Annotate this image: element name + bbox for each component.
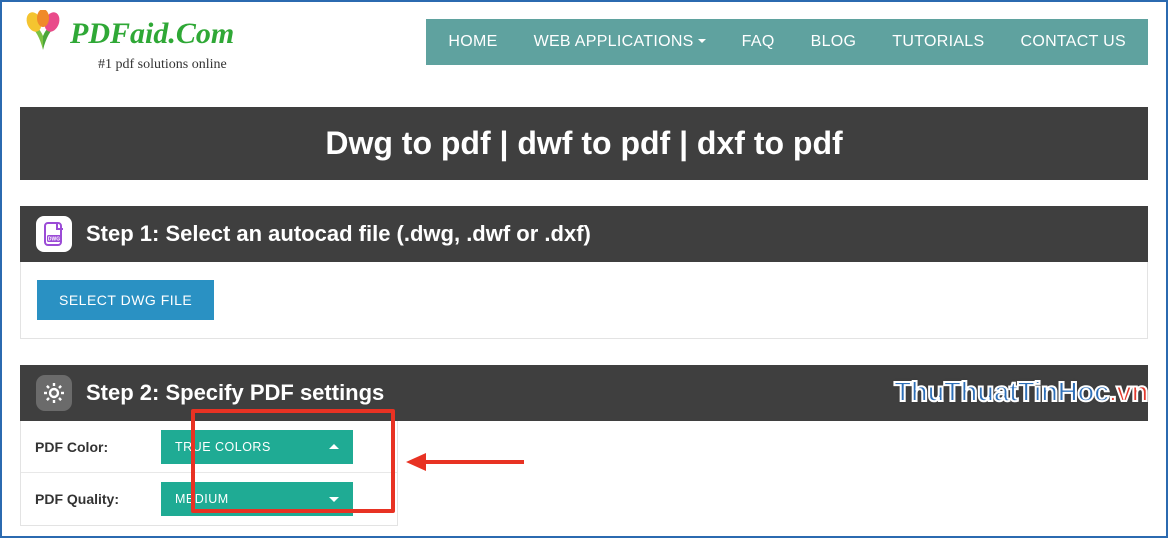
pdf-quality-value: MEDIUM [175,492,229,506]
pdf-quality-dropdown[interactable]: MEDIUM [161,482,353,516]
dwg-file-icon: DWG [36,216,72,252]
watermark: ThuThuatTinHoc.vn [894,376,1148,408]
watermark-part1: ThuThuatTinHoc [894,376,1109,407]
topbar: PDFaid.Com #1 pdf solutions online HOME … [2,2,1166,73]
pdf-color-dropdown[interactable]: TRUE COLORS [161,430,353,464]
nav-blog[interactable]: BLOG [793,19,875,65]
select-dwg-file-button[interactable]: SELECT DWG FILE [37,280,214,320]
nav-tutorials[interactable]: TUTORIALS [874,19,1002,65]
nav-faq[interactable]: FAQ [724,19,793,65]
brand-tagline: #1 pdf solutions online [98,57,227,73]
step1-title: Step 1: Select an autocad file (.dwg, .d… [86,221,591,247]
caret-down-icon [329,497,339,502]
logo[interactable]: PDFaid.Com #1 pdf solutions online [20,10,234,73]
step1-header: DWG Step 1: Select an autocad file (.dwg… [20,206,1148,262]
content: Dwg to pdf | dwf to pdf | dxf to pdf DWG… [2,73,1166,526]
brand-name: PDFaid.Com [70,17,234,51]
step2-title: Step 2: Specify PDF settings [86,380,384,406]
page-title: Dwg to pdf | dwf to pdf | dxf to pdf [20,107,1148,180]
caret-up-icon [329,444,339,449]
caret-down-icon [698,39,706,43]
nav-web-applications[interactable]: WEB APPLICATIONS [516,19,724,65]
page-title-text: Dwg to pdf | dwf to pdf | dxf to pdf [325,125,842,161]
pdf-color-row: PDF Color: TRUE COLORS [21,421,397,473]
pdf-quality-label: PDF Quality: [21,491,161,507]
pdf-settings-table: PDF Color: TRUE COLORS PDF Quality: MEDI… [20,421,398,526]
pdf-color-label: PDF Color: [21,439,161,455]
nav-contact[interactable]: CONTACT US [1002,19,1144,65]
pdf-color-value: TRUE COLORS [175,440,271,454]
svg-text:DWG: DWG [48,237,60,243]
watermark-part2: .vn [1109,376,1148,407]
main-nav: HOME WEB APPLICATIONS FAQ BLOG TUTORIALS… [426,19,1148,65]
gear-icon [36,375,72,411]
step1-body: SELECT DWG FILE [20,262,1148,339]
pdf-quality-row: PDF Quality: MEDIUM [21,473,397,525]
nav-web-applications-label: WEB APPLICATIONS [534,33,694,50]
logo-flower-icon [20,10,66,57]
nav-home[interactable]: HOME [430,19,515,65]
